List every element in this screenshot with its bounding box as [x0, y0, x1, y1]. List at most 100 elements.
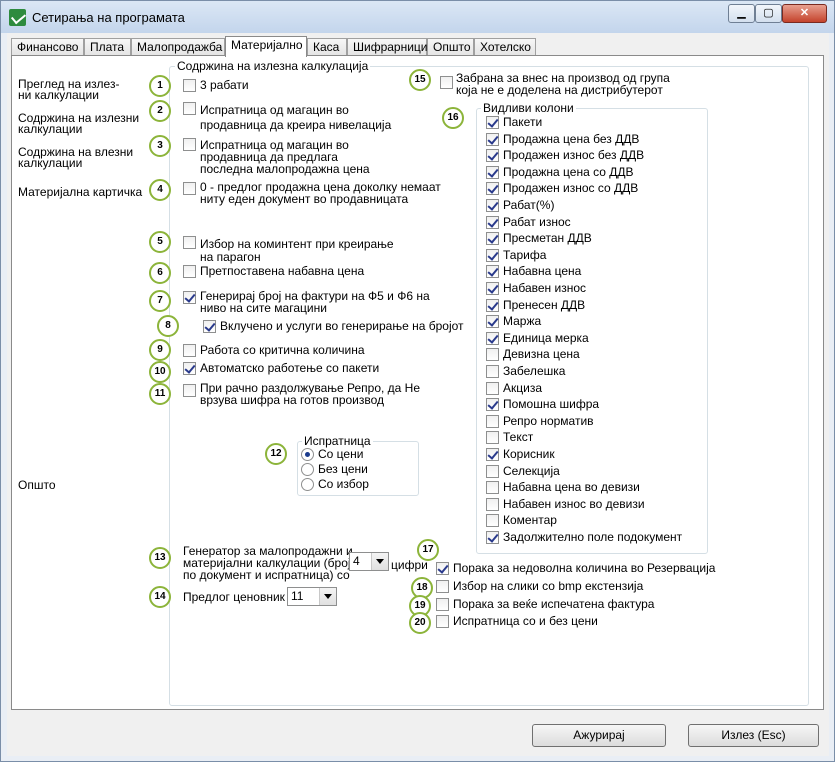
close-button[interactable]: ✕: [782, 4, 827, 23]
column-label: Единица мерка: [503, 330, 589, 345]
column-checkbox[interactable]: [486, 149, 499, 163]
close-icon: ✕: [799, 7, 810, 19]
checkbox-zabrana-vnes[interactable]: [440, 76, 453, 89]
tab-opsto[interactable]: Општо: [427, 38, 474, 56]
marker-4: 4: [149, 179, 171, 201]
update-button[interactable]: Ажурирај: [532, 724, 666, 747]
checkbox-racno-razdolzuvanje[interactable]: [183, 384, 196, 397]
checkbox-avtomatsko-paketi[interactable]: [183, 362, 196, 375]
checkbox-ispratnica-posledna-cena[interactable]: [183, 138, 196, 151]
checkbox-pretpostavena-nabavna[interactable]: [183, 265, 196, 278]
column-label: Пакети: [503, 115, 543, 129]
tab-kasa[interactable]: Каса: [307, 38, 347, 56]
checkbox-vkluceno-uslugi[interactable]: [203, 320, 216, 333]
tab-materijalno[interactable]: Материјално: [225, 36, 307, 57]
tab-hotelsko[interactable]: Хотелско: [474, 38, 536, 56]
column-label: Корисник: [503, 447, 555, 461]
label-racno-razdolzuvanje: При рачно раздолжување Репро, да Не врзу…: [200, 381, 421, 407]
materijalno-tab-page: Преглед на излез- ни калкулации Содржина…: [11, 55, 824, 710]
title-bar[interactable]: Сетирања на програмата ▁ ▢ ✕: [1, 1, 834, 33]
column-checkbox[interactable]: [486, 464, 499, 478]
column-checkbox[interactable]: [486, 398, 499, 412]
column-label: Рабат износ: [503, 214, 571, 229]
maximize-icon: ▢: [763, 7, 774, 19]
column-checkbox[interactable]: [486, 248, 499, 262]
checkbox-poraka-nedovolna[interactable]: [436, 562, 449, 575]
column-label: Репро норматив: [503, 413, 594, 428]
marker-17: 17: [417, 539, 439, 561]
minimize-button[interactable]: ▁: [728, 4, 755, 23]
column-checkbox[interactable]: [486, 431, 499, 445]
settings-window: Сетирања на програмата ▁ ▢ ✕ Финансово П…: [0, 0, 835, 762]
marker-2: 2: [149, 100, 171, 122]
column-checkbox[interactable]: [486, 381, 499, 395]
column-checkbox[interactable]: [486, 265, 499, 279]
checkbox-ispratnica-so-bez[interactable]: [436, 615, 449, 628]
checkbox-kriticna-kolicina[interactable]: [183, 344, 196, 357]
app-logo-icon: [9, 9, 26, 26]
column-label: Забелешка: [503, 364, 566, 378]
column-label: Задолжително поле подокумент: [503, 530, 683, 544]
radio-so-ceni[interactable]: [301, 448, 314, 461]
checkbox-bmp-sliki[interactable]: [436, 580, 449, 593]
column-checkbox[interactable]: [486, 365, 499, 378]
label-ispratnica-posledna-cena: Испратница од магацин во продавница да п…: [200, 138, 370, 176]
tab-sifrarnici[interactable]: Шифрарници: [347, 38, 428, 56]
column-label: Коментар: [503, 513, 557, 528]
marker-6: 6: [149, 262, 171, 284]
checkbox-0-predlog-cena[interactable]: [183, 182, 196, 195]
radio-bez-ceni[interactable]: [301, 463, 314, 476]
column-checkbox[interactable]: [486, 514, 499, 528]
column-checkbox[interactable]: [486, 199, 499, 212]
label-vkluceno-uslugi: Вклучено и услуги во генерирање на бројо…: [220, 319, 464, 333]
column-checkbox[interactable]: [486, 232, 499, 246]
radio-so-izbor[interactable]: [301, 478, 314, 491]
label-0-predlog-cena: 0 - предлог продажна цена доколку немаат…: [200, 180, 441, 206]
tab-plata[interactable]: Плата: [84, 38, 131, 56]
group-ispratnica-title: Испратница: [302, 434, 373, 448]
column-label: Маржа: [503, 314, 542, 329]
column-checkbox[interactable]: [486, 414, 499, 428]
column-checkbox[interactable]: [486, 331, 499, 345]
checkbox-3-rabati[interactable]: [183, 79, 196, 92]
column-checkbox[interactable]: [486, 116, 499, 129]
checkbox-izbor-komintent[interactable]: [183, 236, 196, 249]
marker-20: 20: [409, 612, 431, 634]
column-label: Девизна цена: [503, 347, 580, 362]
exit-button[interactable]: Излез (Esc): [688, 724, 819, 747]
label-so-ceni: Со цени: [318, 447, 364, 461]
column-label: Набавна цена во девизи: [503, 480, 640, 495]
column-label: Набавна цена: [503, 264, 582, 279]
maximize-button[interactable]: ▢: [755, 4, 782, 23]
tab-maloprodazba[interactable]: Малопродажба: [131, 38, 225, 56]
cenovnik-select[interactable]: 11: [287, 587, 337, 606]
column-checkbox[interactable]: [486, 481, 499, 495]
marker-5: 5: [149, 231, 171, 253]
column-checkbox[interactable]: [486, 448, 499, 461]
column-checkbox[interactable]: [486, 497, 499, 511]
tab-finansovo[interactable]: Финансово: [11, 38, 84, 56]
column-checkbox[interactable]: [486, 132, 499, 146]
column-label: Тарифа: [503, 247, 547, 262]
column-checkbox[interactable]: [486, 315, 499, 329]
marker-8: 8: [157, 315, 179, 337]
checkbox-ispratnica-nivelacija[interactable]: [183, 102, 196, 115]
column-checkbox[interactable]: [486, 298, 499, 312]
marker-9: 9: [149, 339, 171, 361]
label-3-rabati: 3 рабати: [200, 78, 249, 92]
label-ispratnica-so-bez: Испратница со и без цени: [453, 614, 598, 628]
column-checkbox[interactable]: [486, 348, 499, 362]
client-area: Финансово Плата Малопродажба Материјално…: [7, 33, 829, 756]
column-checkbox[interactable]: [486, 531, 499, 544]
checkbox-vekje-ispecatena[interactable]: [436, 598, 449, 611]
generator-digits-select[interactable]: 4: [349, 552, 389, 571]
column-checkbox[interactable]: [486, 165, 499, 179]
label-kriticna-kolicina: Работа со критична количина: [200, 343, 365, 357]
marker-11: 11: [149, 383, 171, 405]
checkbox-generiraj-broj-fakturi[interactable]: [183, 291, 196, 304]
column-checkbox[interactable]: [486, 182, 499, 196]
group-vidlivi-title: Видливи колони: [481, 101, 576, 115]
column-checkbox[interactable]: [486, 215, 499, 229]
label-poraka-nedovolna: Порака за недоволна количина во Резервац…: [453, 561, 716, 575]
column-checkbox[interactable]: [486, 282, 499, 295]
